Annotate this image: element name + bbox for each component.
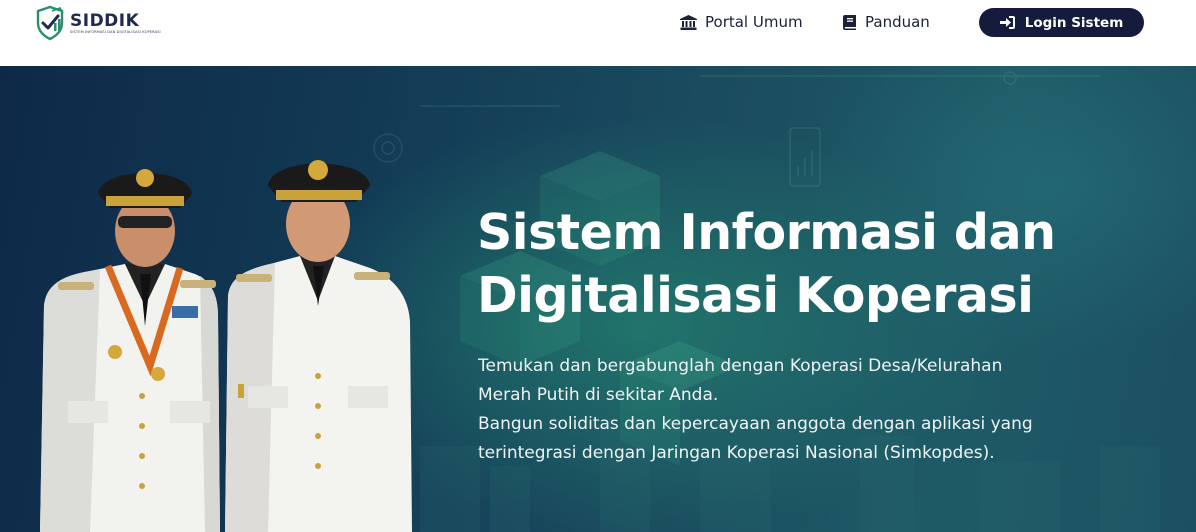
siddik-logo[interactable]: SIDDIK SISTEM INFORMASI DAN DIGITALISASI… (32, 5, 161, 41)
login-sistem-button[interactable]: Login Sistem (979, 8, 1144, 37)
hero-title-line-2: Digitalisasi Koperasi (477, 267, 1034, 324)
hero-title: Sistem Informasi dan Digitalisasi Kopera… (477, 201, 1177, 327)
sign-in-icon (999, 16, 1015, 29)
right-official-figure (225, 160, 412, 532)
nav-portal-umum-label: Portal Umum (705, 13, 803, 31)
shield-check-logo-icon (36, 5, 64, 41)
logo-name: SIDDIK (70, 10, 140, 31)
bank-icon (680, 14, 697, 30)
hero-title-line-1: Sistem Informasi dan (477, 204, 1056, 261)
nav-panduan-label: Panduan (865, 13, 930, 31)
hero-subtitle-line: terintegrasi dengan Jaringan Koperasi Na… (478, 443, 995, 463)
top-navbar: SIDDIK SISTEM INFORMASI DAN DIGITALISASI… (0, 0, 1196, 66)
hero-subtitle-line: Merah Putih di sekitar Anda. (478, 385, 719, 405)
hero-subtitle: Temukan dan bergabunglah dengan Koperasi… (478, 352, 1178, 468)
logo-tagline: SISTEM INFORMASI DAN DIGITALISASI KOPERA… (70, 29, 161, 34)
login-sistem-label: Login Sistem (1024, 14, 1124, 31)
nav-portal-umum-link[interactable]: Portal Umum (680, 13, 803, 31)
left-official-figure (40, 169, 220, 532)
nav-panduan-link[interactable]: Panduan (843, 13, 930, 31)
hero-subtitle-line: Bangun soliditas dan kepercayaan anggota… (478, 414, 1033, 434)
hero-subtitle-line: Temukan dan bergabunglah dengan Koperasi… (478, 356, 1003, 376)
officials-photo (40, 160, 412, 532)
book-icon (843, 14, 856, 30)
hero-banner: Sistem Informasi dan Digitalisasi Kopera… (0, 66, 1196, 532)
